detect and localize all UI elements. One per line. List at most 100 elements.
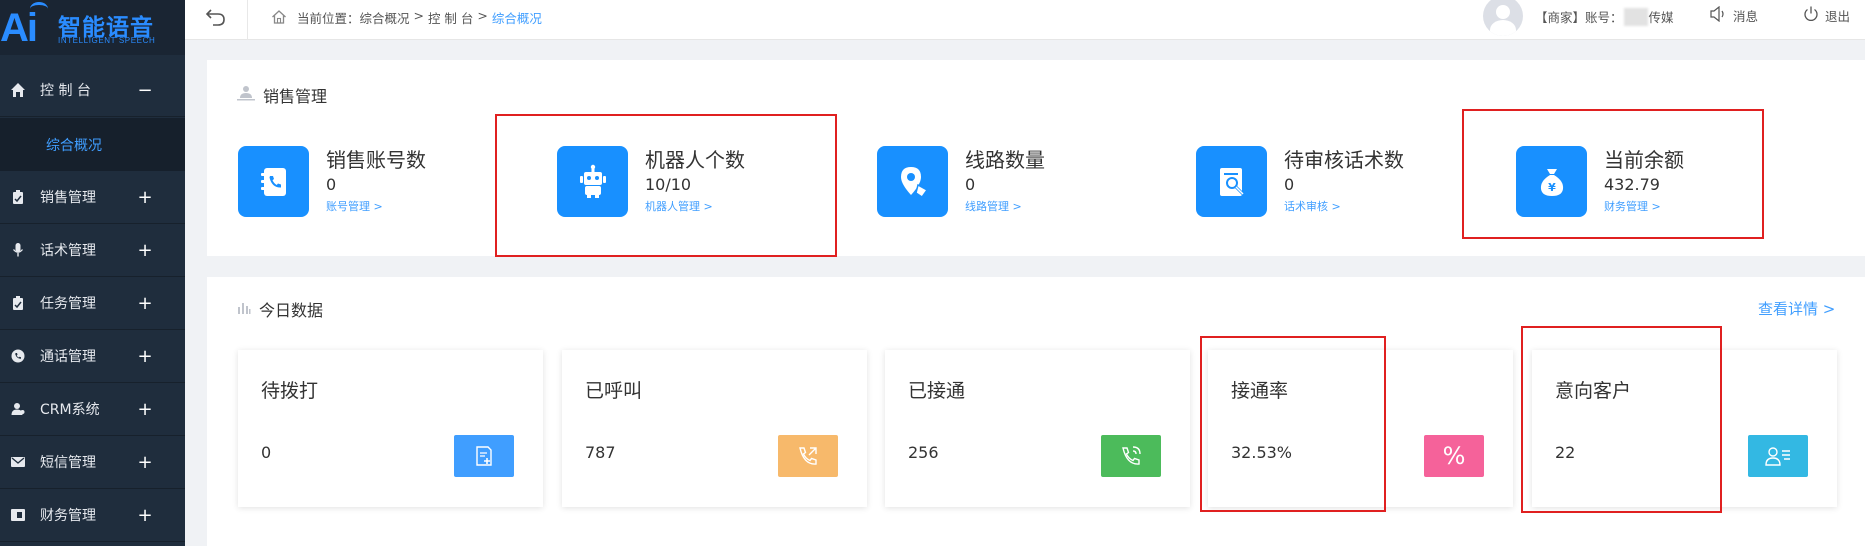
card-value: 0: [261, 443, 272, 462]
speaker-icon: [1710, 5, 1728, 25]
account-info: 【商家】账号： 传媒: [1535, 7, 1674, 26]
account-suffix: 传媒: [1648, 10, 1674, 25]
sidebar-item-label: 控 制 台: [40, 83, 91, 99]
sidebar-item-label: 销售管理: [40, 190, 96, 206]
expand-toggle[interactable]: +: [135, 346, 155, 367]
sidebar-item-label: 财务管理: [40, 508, 96, 524]
mail-icon: [10, 454, 26, 470]
stat-value: 0: [326, 175, 337, 194]
panel-title-text: 今日数据: [259, 301, 324, 320]
finance-icon: [10, 507, 26, 523]
sales-panel-title: 销售管理: [237, 83, 327, 107]
user-icon: [10, 401, 26, 417]
clipboard-icon: [10, 189, 26, 205]
sidebar-item-label: CRM系统: [40, 402, 100, 418]
stat-value: 0: [965, 175, 976, 194]
location-pin-icon: [877, 146, 948, 217]
card-title: 待拨打: [261, 380, 319, 402]
percent-icon: %: [1424, 435, 1484, 477]
expand-toggle[interactable]: +: [135, 240, 155, 261]
expand-toggle[interactable]: +: [135, 505, 155, 526]
bar-chart-icon: [237, 300, 251, 319]
sidebar-item-script[interactable]: 话术管理 +: [0, 224, 185, 277]
script-review-link[interactable]: 话术审核 >: [1284, 198, 1404, 216]
message-button[interactable]: 消息: [1710, 5, 1759, 25]
divider: [247, 0, 248, 40]
card-title: 已呼叫: [585, 380, 643, 402]
expand-toggle[interactable]: +: [135, 293, 155, 314]
sidebar-item-label: 话术管理: [40, 243, 96, 259]
card-called: 已呼叫 787: [562, 350, 867, 507]
stat-pending-scripts: 待审核话术数 0 话术审核 >: [1196, 146, 1404, 217]
line-management-link[interactable]: 线路管理 >: [965, 198, 1045, 216]
percent-glyph: %: [1442, 442, 1466, 470]
sidebar-item-label: 通话管理: [40, 349, 96, 365]
stat-label: 线路数量: [965, 148, 1045, 172]
card-value: 787: [585, 443, 616, 462]
card-connected: 已接通 256: [885, 350, 1190, 507]
avatar-body: [1490, 20, 1516, 36]
sidebar-item-label: 短信管理: [40, 455, 96, 471]
stat-label: 待审核话术数: [1284, 148, 1404, 172]
avatar[interactable]: [1483, 0, 1523, 36]
sidebar-item-crm[interactable]: CRM系统 +: [0, 383, 185, 436]
account-prefix: 【商家】账号：: [1535, 10, 1623, 25]
card-title: 已接通: [908, 380, 966, 402]
phone-outgoing-icon: [778, 435, 838, 477]
highlight-box: [495, 114, 837, 257]
signal-icon: [30, 2, 48, 16]
card-pending-dial: 待拨打 0: [238, 350, 543, 507]
sidebar-item-finance[interactable]: 财务管理 +: [0, 489, 185, 542]
card-value: 256: [908, 443, 939, 462]
power-icon: [1803, 6, 1819, 25]
expand-toggle[interactable]: +: [135, 452, 155, 473]
logo: Ai 智能语音 INTELLIGENT SPEECH: [0, 0, 185, 55]
collapse-toggle[interactable]: −: [135, 80, 155, 101]
stat-value: 0: [1284, 175, 1295, 194]
panel-title-text: 销售管理: [263, 87, 328, 106]
expand-toggle[interactable]: +: [135, 187, 155, 208]
back-arrow-icon[interactable]: [205, 6, 229, 30]
contact-card-icon: [1748, 435, 1808, 477]
breadcrumb-item[interactable]: 控 制 台: [428, 8, 473, 27]
top-bar: 当前位置： 综合概况 > 控 制 台 > 综合概况 【商家】账号： 传媒 消息 …: [185, 0, 1865, 40]
sidebar-subitem-overview[interactable]: 综合概况: [0, 118, 185, 171]
breadcrumb-current: 综合概况: [491, 11, 542, 26]
breadcrumb-separator: >: [409, 8, 428, 23]
user-chart-icon: [237, 84, 255, 106]
sidebar-item-task[interactable]: 任务管理 +: [0, 277, 185, 330]
sidebar-item-call[interactable]: 通话管理 +: [0, 330, 185, 383]
document-search-icon: [1196, 146, 1267, 217]
sidebar-item-console[interactable]: 控 制 台 −: [0, 64, 185, 117]
sidebar-item-label: 任务管理: [40, 296, 96, 312]
logout-button[interactable]: 退出: [1803, 6, 1850, 25]
home-icon: [10, 82, 26, 98]
task-icon: [10, 295, 26, 311]
logout-label: 退出: [1825, 9, 1851, 24]
highlight-box: [1200, 336, 1386, 512]
microphone-icon: [10, 242, 26, 258]
sidebar-item-sales[interactable]: 销售管理 +: [0, 171, 185, 224]
view-details-link[interactable]: 查看详情 >: [1758, 298, 1835, 319]
sidebar: Ai 智能语音 INTELLIGENT SPEECH 控 制 台 − 综合概况 …: [0, 0, 185, 546]
message-label: 消息: [1733, 9, 1759, 24]
home-icon: [271, 9, 287, 25]
sidebar-item-sms[interactable]: 短信管理 +: [0, 436, 185, 489]
phone-call-icon: [1101, 435, 1161, 477]
expand-toggle[interactable]: +: [135, 399, 155, 420]
phone-icon: [10, 348, 26, 364]
document-add-icon: [454, 435, 514, 477]
highlight-box: [1462, 109, 1764, 239]
stat-label: 销售账号数: [326, 148, 426, 172]
stat-sales-accounts: 销售账号数 0 账号管理 >: [238, 146, 426, 217]
breadcrumb-prefix: 当前位置：: [297, 11, 360, 26]
account-redacted: [1623, 7, 1648, 26]
highlight-box: [1521, 326, 1722, 513]
stat-lines: 线路数量 0 线路管理 >: [877, 146, 1045, 217]
breadcrumb-separator: >: [473, 8, 492, 23]
account-management-link[interactable]: 账号管理 >: [326, 198, 426, 216]
today-panel-title: 今日数据: [237, 297, 323, 321]
breadcrumb-item[interactable]: 综合概况: [360, 8, 410, 27]
phone-book-icon: [238, 146, 309, 217]
breadcrumb: 当前位置： 综合概况 > 控 制 台 > 综合概况: [297, 8, 542, 27]
